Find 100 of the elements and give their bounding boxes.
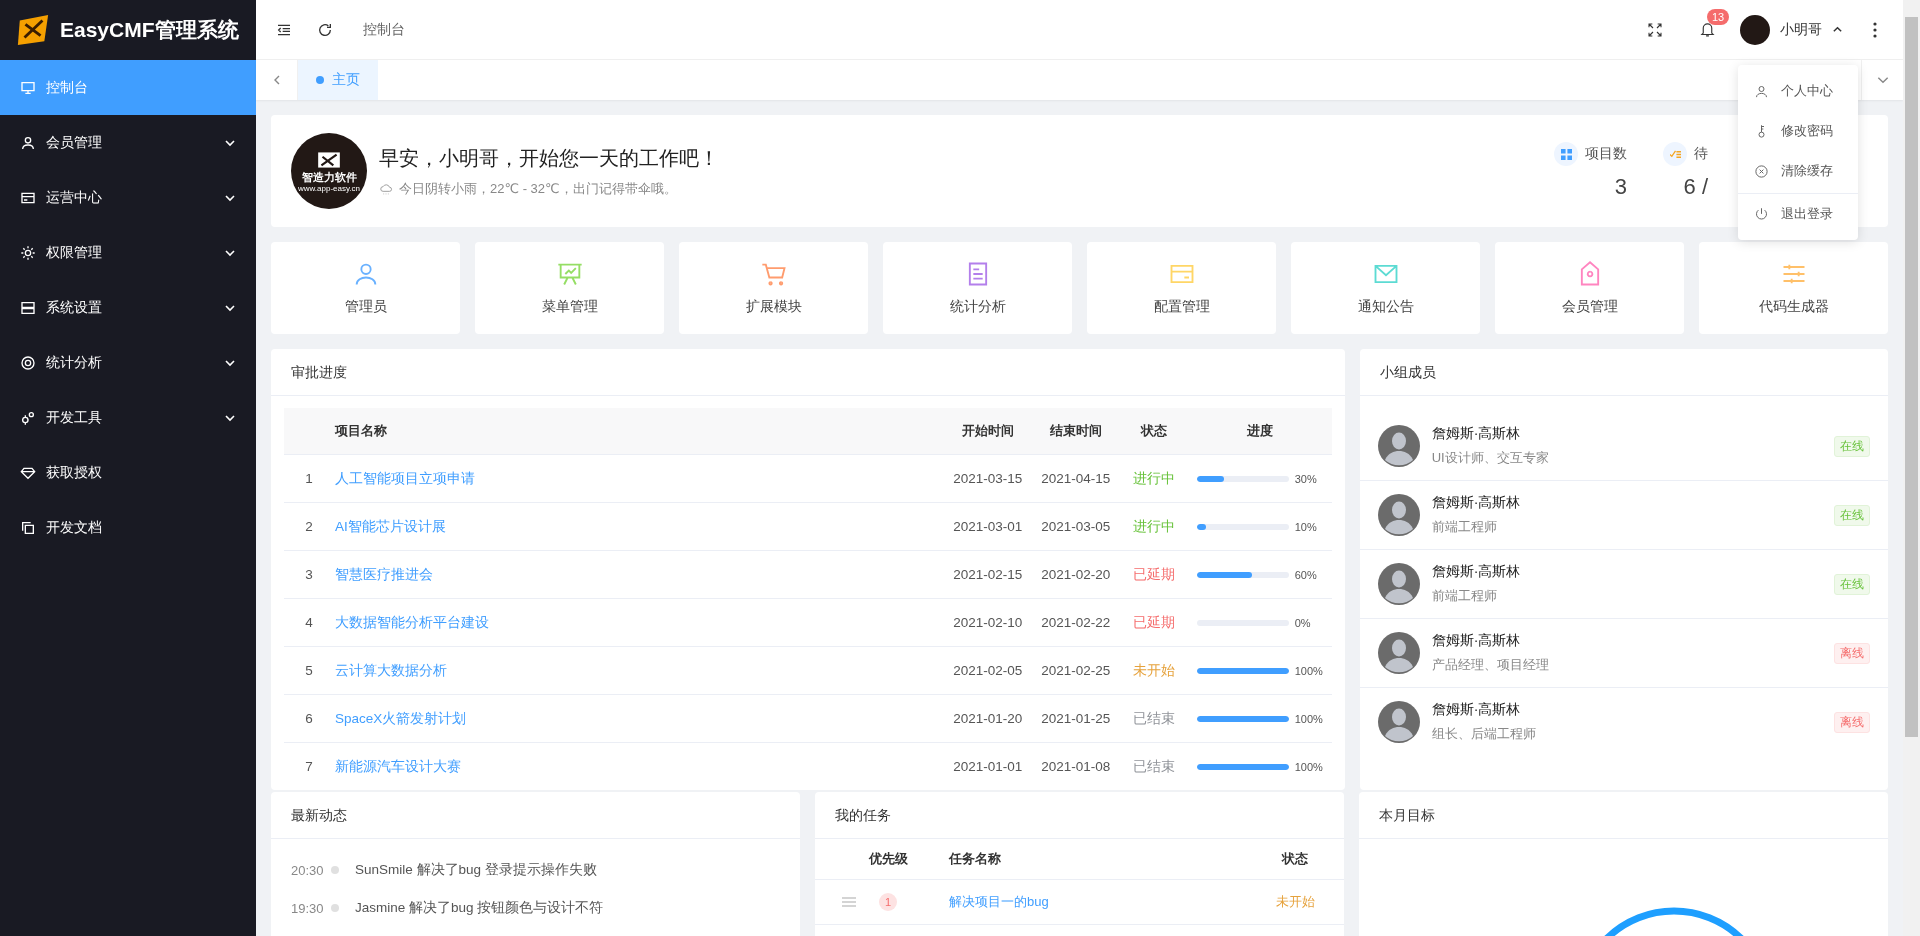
row-number: 3: [284, 550, 334, 599]
timeline-dot: [331, 904, 339, 912]
progress-percent: 30%: [1294, 472, 1318, 485]
member-name: 詹姆斯·高斯林: [1431, 425, 1522, 443]
table-cell: 2021-02-20: [1031, 550, 1120, 599]
shortcut-card[interactable]: 会员管理: [1495, 242, 1684, 334]
shortcut-card[interactable]: 扩展模块: [679, 242, 868, 334]
card-title: 本月目标: [1359, 792, 1888, 839]
row-number: 2: [284, 502, 334, 551]
table-cell: 2021-02-10: [943, 598, 1032, 647]
more-icon[interactable]: [1873, 21, 1877, 38]
power-icon: [1754, 206, 1769, 222]
progress-percent: 0%: [1294, 616, 1312, 629]
notification-badge: 13: [1707, 9, 1730, 25]
row-number: 4: [284, 598, 334, 647]
weather-text: 今日阴转小雨，22℃ - 32℃，出门记得带伞哦。: [399, 179, 677, 198]
sidebar-item[interactable]: 开发工具: [0, 390, 256, 445]
column-header: 优先级: [869, 850, 909, 868]
table-cell: 2021-01-20: [943, 694, 1032, 743]
table-cell: 2021-01-25: [1031, 694, 1120, 743]
bell-icon[interactable]: [1699, 21, 1716, 38]
status-tag: 在线: [1834, 435, 1870, 457]
status-text: 已结束: [1119, 694, 1188, 743]
progress-percent: 10%: [1294, 520, 1318, 533]
sidebar-item[interactable]: 权限管理: [0, 225, 256, 280]
sidebar-item[interactable]: 运营中心: [0, 170, 256, 225]
shortcut-card[interactable]: 菜单管理: [475, 242, 664, 334]
table-cell: 2021-03-05: [1031, 502, 1120, 551]
shortcut-card[interactable]: 通知公告: [1291, 242, 1480, 334]
column-header: 项目名称: [334, 408, 944, 455]
shortcut-card[interactable]: 代码生成器: [1699, 242, 1888, 334]
member-role: 组长、后端工程师: [1431, 725, 1537, 743]
monitor-icon: [20, 79, 36, 96]
app-title: EasyCMF管理系统: [60, 17, 239, 43]
card-title: 小组成员: [1359, 349, 1888, 396]
column-header: 结束时间: [1031, 408, 1120, 455]
logo-url: www.app-easy.cn: [297, 183, 361, 194]
status-text: 已延期: [1119, 598, 1188, 647]
sidebar-item[interactable]: 会员管理: [0, 115, 256, 170]
table-cell: 2021-03-15: [943, 454, 1032, 503]
table-cell: 2021-02-15: [943, 550, 1032, 599]
progress-percent: 60%: [1294, 568, 1318, 581]
member-role: UI设计师、交互专家: [1431, 449, 1550, 467]
menu-item[interactable]: 清除缓存: [1738, 151, 1858, 191]
menu-item[interactable]: 个人中心: [1738, 71, 1858, 111]
fullscreen-icon[interactable]: [1647, 21, 1663, 38]
avatar-silhouette-icon: [1377, 563, 1420, 605]
menu-item[interactable]: 修改密码: [1738, 111, 1858, 151]
member-name: 詹姆斯·高斯林: [1431, 632, 1522, 650]
table-cell: 2021-01-08: [1031, 742, 1120, 790]
status-text: 进行中: [1119, 502, 1188, 551]
shortcut-card[interactable]: 管理员: [271, 242, 460, 334]
close-icon: [1754, 163, 1769, 179]
logo-icon: [16, 13, 50, 47]
table-cell: 2021-02-05: [943, 646, 1032, 695]
status-text: 已结束: [1119, 742, 1188, 790]
sidebar-item[interactable]: 统计分析: [0, 335, 256, 390]
sidebar-item[interactable]: 系统设置: [0, 280, 256, 335]
stat-value: 6 /: [1683, 174, 1708, 200]
user-avatar[interactable]: [1740, 14, 1770, 45]
shortcut-card[interactable]: 配置管理: [1087, 242, 1276, 334]
row-number: 7: [284, 742, 334, 790]
column-header: 状态: [1280, 850, 1309, 868]
avatar-silhouette-icon: [1377, 632, 1420, 674]
table-cell: 2021-04-15: [1031, 454, 1120, 503]
sidebar-item[interactable]: 获取授权: [0, 445, 256, 500]
status-tag: 离线: [1834, 642, 1870, 664]
gear-icon: [20, 244, 36, 261]
status-tag: 在线: [1834, 504, 1870, 526]
progress-percent: 100%: [1294, 712, 1323, 725]
table-cell: 2021-02-25: [1031, 646, 1120, 695]
user-name[interactable]: 小明哥: [1780, 20, 1822, 39]
avatar-silhouette-icon: [1377, 701, 1420, 743]
scrollbar[interactable]: [1903, 0, 1920, 936]
table-cell: 2021-03-01: [943, 502, 1032, 551]
menu-item[interactable]: 退出登录: [1738, 193, 1858, 234]
logo-caption: 智造力软件: [301, 170, 357, 184]
refresh-icon[interactable]: [317, 21, 333, 38]
avatar-silhouette-icon: [1377, 425, 1420, 467]
table-cell: 2021-02-22: [1031, 598, 1120, 647]
card-title: 审批进度: [271, 349, 1345, 396]
column-header: 状态: [1119, 408, 1188, 455]
status-text: 未开始: [1119, 646, 1188, 695]
server-icon: [20, 299, 36, 316]
progress-percent: 100%: [1294, 664, 1323, 677]
status-text: 已延期: [1119, 550, 1188, 599]
table-cell: 2021-01-01: [943, 742, 1032, 790]
user-icon: [20, 134, 36, 151]
card-title: 最新动态: [271, 792, 800, 839]
avatar-silhouette-icon: [1377, 494, 1420, 536]
sidebar-item[interactable]: 开发文档: [0, 500, 256, 555]
ring-icon: [20, 354, 36, 371]
member-role: 产品经理、项目经理: [1431, 656, 1550, 674]
stat-label: 项目数: [1585, 145, 1627, 163]
stat-label: 待: [1694, 145, 1708, 163]
member-role: 前端工程师: [1431, 587, 1498, 605]
status-text: 进行中: [1119, 454, 1188, 503]
timeline-dot: [331, 866, 339, 874]
breadcrumb[interactable]: 控制台: [363, 20, 405, 39]
shortcut-card[interactable]: 统计分析: [883, 242, 1072, 334]
